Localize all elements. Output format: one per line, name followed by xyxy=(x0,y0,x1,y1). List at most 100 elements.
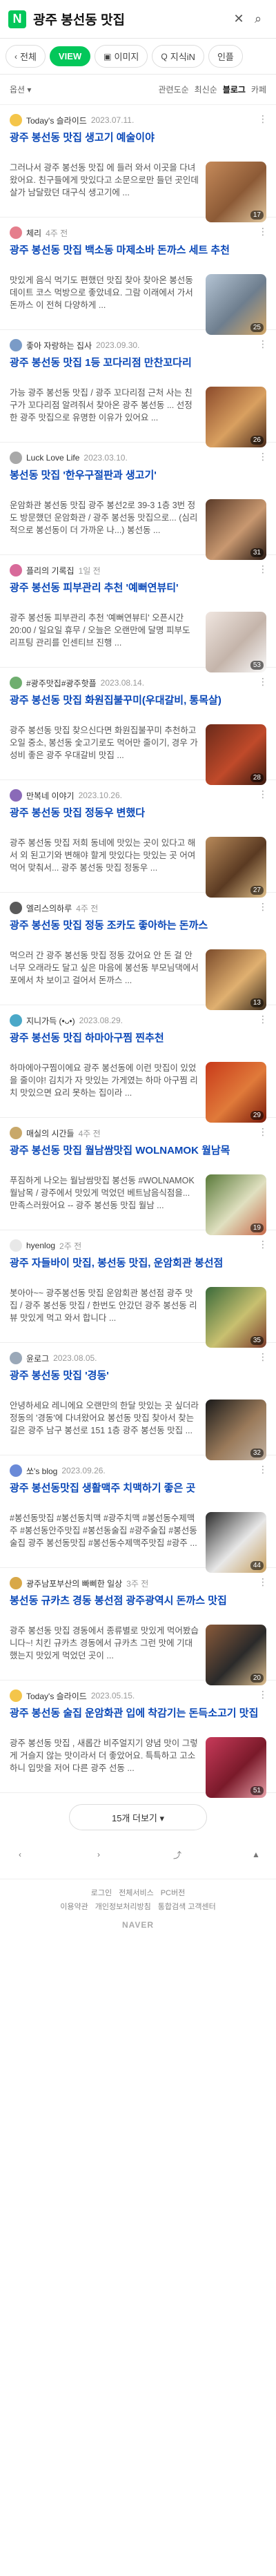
post-excerpt[interactable]: 먹으러 간 광주 봉선동 맛집 정동 갔어요 안 돈 걸 안 너무 오래라도 달… xyxy=(10,949,199,999)
more-options-icon[interactable]: ⋮ xyxy=(258,676,268,688)
more-options-icon[interactable]: ⋮ xyxy=(258,901,268,913)
post-title[interactable]: 광주 봉선동 맛집 하마아구찜 찐추천 xyxy=(10,1032,266,1059)
post-author[interactable]: 체리 xyxy=(26,227,41,239)
footer-link[interactable]: PC버전 xyxy=(161,1886,186,1900)
post-author[interactable]: 플리의 기록집 xyxy=(26,565,75,577)
post-title[interactable]: 광주 자들바이 맛집, 봉선동 맛집, 운암회관 봉선점 xyxy=(10,1257,266,1284)
avatar[interactable] xyxy=(10,677,22,689)
avatar[interactable] xyxy=(10,564,22,577)
avatar[interactable] xyxy=(10,1464,22,1477)
post-thumbnail[interactable]: 25 xyxy=(206,274,266,335)
more-options-icon[interactable]: ⋮ xyxy=(258,451,268,463)
sort-option[interactable]: 블로그 xyxy=(223,84,246,95)
post-author[interactable]: 만복네 이야기 xyxy=(26,790,75,802)
more-options-icon[interactable]: ⋮ xyxy=(258,1126,268,1138)
post-thumbnail[interactable]: 53 xyxy=(206,612,266,672)
top-icon[interactable]: ▲ xyxy=(246,1844,266,1865)
post-excerpt[interactable]: 광주 봉선동 피부관리 추천 '예뻐연뷰티' 오픈시간 20:00 / 일요일 … xyxy=(10,612,199,661)
post-excerpt[interactable]: 가능 광주 봉선동 맛집 / 광주 꼬다리점 근처 사는 친구가 꼬다리점 알려… xyxy=(10,387,199,436)
tab-3[interactable]: Q 지식iN xyxy=(152,45,204,68)
post-excerpt[interactable]: 맛있게 음식 먹기도 편했던 맛집 찾아 찾아온 봉선동 데이트 코스 먹방으로… xyxy=(10,274,199,324)
avatar[interactable] xyxy=(10,789,22,802)
more-options-icon[interactable]: ⋮ xyxy=(258,113,268,125)
back-icon[interactable]: ‹ xyxy=(10,1844,30,1865)
post-title[interactable]: 광주 봉선동 술집 운암화관 입에 착감기는 돈득소고기 맛집 xyxy=(10,1707,266,1734)
footer-link[interactable]: 로그인 xyxy=(91,1886,112,1900)
avatar[interactable] xyxy=(10,1352,22,1364)
sort-option[interactable]: 카페 xyxy=(251,84,266,95)
tab-2[interactable]: ▣ 이미지 xyxy=(95,45,148,68)
post-title[interactable]: 광주 봉선동 맛집 1등 꼬다리점 만찬꼬다리 xyxy=(10,356,266,384)
more-options-icon[interactable]: ⋮ xyxy=(258,788,268,800)
load-more-button[interactable]: 15개 더보기 ▾ xyxy=(69,1804,207,1830)
more-options-icon[interactable]: ⋮ xyxy=(258,1576,268,1588)
avatar[interactable] xyxy=(10,452,22,464)
post-thumbnail[interactable]: 27 xyxy=(206,837,266,898)
post-excerpt[interactable]: 광주 봉선동 맛집 찾으신다면 화원집불꾸미 추천하고 오일 중소, 봉선동 숯… xyxy=(10,724,199,774)
post-author[interactable]: 매실의 시간들 xyxy=(26,1127,75,1139)
avatar[interactable] xyxy=(10,339,22,351)
share-icon[interactable]: ⤴ xyxy=(167,1844,188,1865)
avatar[interactable] xyxy=(10,226,22,239)
post-thumbnail[interactable]: 44 xyxy=(206,1512,266,1573)
post-thumbnail[interactable]: 35 xyxy=(206,1287,266,1348)
post-thumbnail[interactable]: 32 xyxy=(206,1400,266,1460)
post-thumbnail[interactable]: 28 xyxy=(206,724,266,785)
avatar[interactable] xyxy=(10,1239,22,1252)
post-thumbnail[interactable]: 19 xyxy=(206,1174,266,1235)
sort-option[interactable]: 최신순 xyxy=(195,84,217,95)
avatar[interactable] xyxy=(10,1014,22,1027)
search-query[interactable]: 광주 봉선동 맛집 xyxy=(33,10,229,28)
more-options-icon[interactable]: ⋮ xyxy=(258,1351,268,1363)
footer-link[interactable]: 통합검색 고객센터 xyxy=(158,1900,216,1914)
post-title[interactable]: 광주 봉선동 맛집 화원집불꾸미(우대갈비, 통목살) xyxy=(10,694,266,722)
post-title[interactable]: 광주 봉선동 맛집 정동 조카도 좋아하는 돈까스 xyxy=(10,919,266,947)
post-author[interactable]: 엘리스의하루 xyxy=(26,902,72,914)
post-thumbnail[interactable]: 31 xyxy=(206,499,266,560)
avatar[interactable] xyxy=(10,1689,22,1702)
post-author[interactable]: 좋아 자랑하는 집사 xyxy=(26,340,92,351)
avatar[interactable] xyxy=(10,114,22,126)
more-options-icon[interactable]: ⋮ xyxy=(258,226,268,238)
tab-0[interactable]: ‹ 전체 xyxy=(6,45,46,68)
options-dropdown[interactable]: 옵션 ▾ xyxy=(10,84,31,95)
post-author[interactable]: 광주남포부산의 빠삐한 일상 xyxy=(26,1578,122,1589)
more-options-icon[interactable]: ⋮ xyxy=(258,1464,268,1475)
post-thumbnail[interactable]: 29 xyxy=(206,1062,266,1123)
post-author[interactable]: 쏘's blog xyxy=(26,1465,57,1477)
post-excerpt[interactable]: 광주 봉선동 맛집 경동에서 종류별로 맛있게 먹어봤습니다~! 치킨 규카츠 … xyxy=(10,1625,199,1674)
more-options-icon[interactable]: ⋮ xyxy=(258,1689,268,1701)
more-options-icon[interactable]: ⋮ xyxy=(258,338,268,350)
post-author[interactable]: Today's 슬라이드 xyxy=(26,1690,87,1702)
post-title[interactable]: 봉선동 맛집 '한우구절판과 생고기' xyxy=(10,469,266,496)
post-title[interactable]: 광주 봉선동 맛집 생고기 예술이야 xyxy=(10,131,266,159)
tab-4[interactable]: 인플 xyxy=(208,45,243,68)
post-title[interactable]: 광주 봉선동 맛집 백소동 마제소바 돈까스 세트 추천 xyxy=(10,244,266,271)
post-excerpt[interactable]: 광주 봉선동 맛집 저희 동네에 맛있는 곳이 있다고 해서 외 된고기와 변해… xyxy=(10,837,199,887)
post-author[interactable]: hyenlog xyxy=(26,1241,55,1250)
tab-1[interactable]: VIEW xyxy=(49,46,91,66)
more-options-icon[interactable]: ⋮ xyxy=(258,563,268,575)
post-title[interactable]: 광주 봉선동 맛집 '경동' xyxy=(10,1369,266,1397)
post-thumbnail[interactable]: 26 xyxy=(206,387,266,447)
forward-icon[interactable]: › xyxy=(88,1844,109,1865)
post-author[interactable]: Luck Love Life xyxy=(26,453,79,463)
post-excerpt[interactable]: 그러나서 광주 봉선동 맛집 에 들러 와서 이곳을 다녀왔어요. 친구들에게 … xyxy=(10,162,199,211)
post-title[interactable]: 광주 봉선동맛집 생활맥주 치맥하기 좋은 곳 xyxy=(10,1482,266,1509)
more-options-icon[interactable]: ⋮ xyxy=(258,1239,268,1250)
post-excerpt[interactable]: 운암화관 봉선동 맛집 광주 봉선2로 39-3 1층 3번 정도 방문했던 운… xyxy=(10,499,199,549)
sort-option[interactable]: 관련도순 xyxy=(158,84,188,95)
post-excerpt[interactable]: #봉선동맛집 #봉선동치맥 #광주치맥 #봉선동수제맥주 #봉선동안주맛집 #봉… xyxy=(10,1512,199,1562)
avatar[interactable] xyxy=(10,1127,22,1139)
post-author[interactable]: Today's 슬라이드 xyxy=(26,115,87,126)
post-thumbnail[interactable]: 17 xyxy=(206,162,266,222)
post-author[interactable]: 윤로그 xyxy=(26,1353,49,1364)
post-thumbnail[interactable]: 13 xyxy=(206,949,266,1010)
post-excerpt[interactable]: 안녕하세요 레니에요 오랜만의 한달 맛있는 곳 싶더라 정동의 '경동'에 다… xyxy=(10,1400,199,1449)
footer-link[interactable]: 전체서비스 xyxy=(119,1886,154,1900)
avatar[interactable] xyxy=(10,902,22,914)
post-title[interactable]: 봉선동 규카츠 경동 봉선점 광주광역시 돈까스 맛집 xyxy=(10,1594,266,1622)
post-title[interactable]: 광주 봉선동 맛집 정동우 변했다 xyxy=(10,806,266,834)
footer-link[interactable]: 개인정보처리방침 xyxy=(95,1900,151,1914)
post-excerpt[interactable]: 광주 봉선동 맛집 , 새롭간 비주얼지기 양념 맛이 그렇게 거슬지 않는 맛… xyxy=(10,1737,199,1787)
